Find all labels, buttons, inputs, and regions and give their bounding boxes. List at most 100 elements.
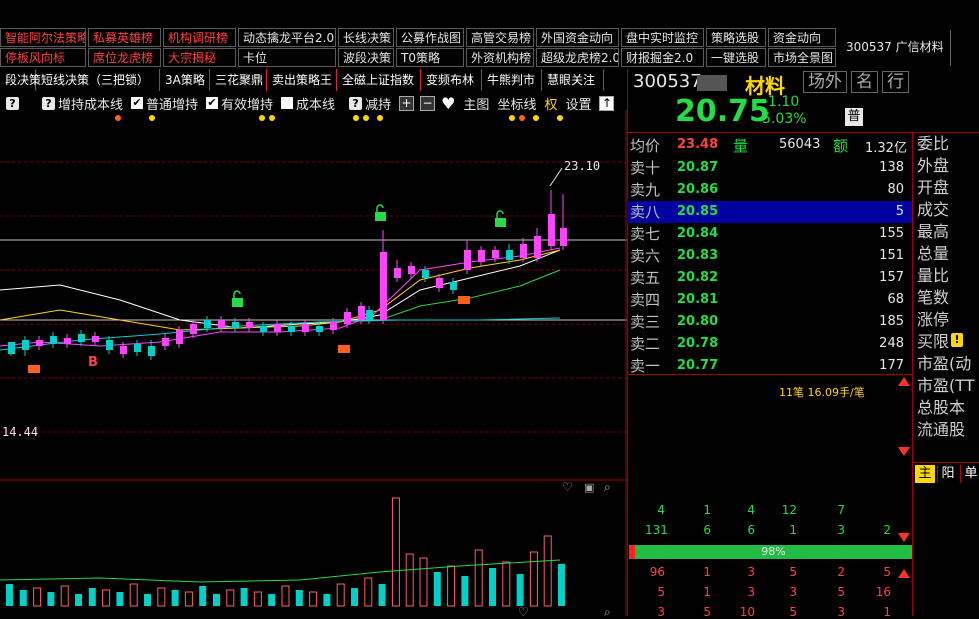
up-arrow-button[interactable]: ↑ <box>599 95 615 111</box>
toolbar-button-7[interactable]: 外资机构榜 <box>466 48 534 67</box>
ask-price: 20.85 <box>677 204 719 219</box>
toolbar-button-2[interactable]: 私募英雄榜 <box>88 28 161 47</box>
scroll-down-icon[interactable] <box>898 447 910 456</box>
strategy-tab-4[interactable]: 三花聚鼎 <box>210 69 267 91</box>
toolbar-button-7[interactable]: 高管交易榜 <box>466 28 534 47</box>
kline-chart[interactable]: 23.10 14.44 B ♡ ▣ ⌕ ♡ ⌕ <box>0 110 627 616</box>
zoom-out-button[interactable]: − <box>420 95 436 111</box>
grid-cell: 5 <box>837 585 845 599</box>
scroll-up-icon[interactable] <box>898 377 910 386</box>
search-icon[interactable]: ⌕ <box>604 480 611 494</box>
quote-field-label: 市盈(TT <box>917 376 975 395</box>
bottom-tab-3[interactable]: 单 <box>960 465 979 483</box>
grid-cell: 4 <box>657 503 665 517</box>
toolbar-button-3[interactable]: 大宗揭秘 <box>163 48 236 67</box>
strategy-tab-1[interactable]: 段决策 <box>0 69 41 91</box>
candle-body <box>330 322 337 330</box>
toolbar-button-11[interactable]: 市场全景图 <box>768 48 836 67</box>
toolbar-button-9[interactable]: 盘中实时监控 <box>621 28 704 47</box>
ask-level-label: 卖十 <box>630 159 661 177</box>
toolbar-button-5[interactable]: 波段决策 <box>338 48 394 67</box>
order-book-row[interactable]: 卖四 20.81 68 <box>627 289 912 311</box>
bottom-tab-2[interactable]: 阳 <box>937 465 958 483</box>
toolbar-button-11[interactable]: 资金动向 <box>768 28 836 47</box>
candle-body <box>422 270 429 278</box>
scroll-down-icon-2[interactable] <box>898 533 910 542</box>
toolbar-button-1[interactable]: 停板风向标 <box>0 48 86 67</box>
ask-price: 20.82 <box>677 270 719 285</box>
order-book-row[interactable]: 卖七 20.84 155 <box>627 223 912 245</box>
quote-field-label: 买限 <box>917 332 950 351</box>
volume-bar <box>171 590 179 606</box>
volume-bar <box>309 591 318 607</box>
quote-field-label: 外盘 <box>917 156 950 175</box>
volume-bar <box>199 586 207 606</box>
toolbar-button-9[interactable]: 财报掘金2.0 <box>621 48 704 67</box>
indicator-help-1[interactable]: ? <box>6 96 22 110</box>
toolbar-button-2[interactable]: 席位龙虎榜 <box>88 48 161 67</box>
quote-panel: 300537 材料 场外名行 20.75 -1.10 -5.03% 普 均价 2… <box>627 69 979 619</box>
candle-body <box>120 346 127 354</box>
toolbar-button-8[interactable]: 外国资金动向 <box>536 28 619 47</box>
strategy-tab-6[interactable]: 全磁上证指数 <box>337 69 421 91</box>
quote-field-label: 笔数 <box>917 288 950 307</box>
zoom-in-button[interactable]: + <box>399 95 415 111</box>
ask-level-label: 卖一 <box>630 357 661 375</box>
strategy-tab-2[interactable]: 短线决策（三把锁） <box>36 69 160 91</box>
strategy-tab-9[interactable]: 慧眼关注 <box>542 69 604 91</box>
order-book-row[interactable]: 卖六 20.83 151 <box>627 245 912 267</box>
grid-cell: 7 <box>837 503 845 517</box>
signal-dot <box>519 115 525 121</box>
signal-dot <box>533 115 539 121</box>
candle-body <box>450 282 457 290</box>
strategy-tab-8[interactable]: 牛熊判市 <box>482 69 542 91</box>
checkbox-checked-icon: ✔ <box>206 96 219 109</box>
quote-field-label: 流通股 <box>917 420 966 439</box>
candle-body <box>394 268 401 278</box>
toolbar-button-8[interactable]: 超级龙虎榜2.0 <box>536 48 619 67</box>
panel-toggle-icon[interactable]: ▣ <box>584 481 594 494</box>
order-book-row[interactable]: 卖九 20.86 80 <box>627 179 912 201</box>
volume-bar <box>75 594 82 606</box>
volume-bar <box>351 588 358 606</box>
strategy-tab-5[interactable]: 卖出策略王 <box>267 69 337 91</box>
toolbar-button-6[interactable]: T0策略 <box>396 48 464 67</box>
signal-dot <box>259 115 265 121</box>
bottom-tab-1[interactable]: 主 <box>915 465 935 483</box>
heart-outline-icon[interactable]: ♡ <box>562 480 573 494</box>
grid-cell: 12 <box>781 503 797 517</box>
toolbar-button-5[interactable]: 长线决策 <box>338 28 394 47</box>
candle-body <box>358 306 365 320</box>
grid-cell: 96 <box>649 565 665 579</box>
toolbar-button-6[interactable]: 公募作战图 <box>396 28 464 47</box>
order-book-row[interactable]: 卖二 20.78 248 <box>627 333 912 355</box>
toolbar-button-4[interactable]: 动态擒龙平台2.0 <box>238 28 336 47</box>
toolbar-button-10[interactable]: 一键选股 <box>706 48 766 67</box>
order-book-row[interactable]: 卖十 20.87 138 <box>627 157 912 179</box>
order-book-row[interactable]: 卖一 20.77 177 <box>627 355 912 377</box>
scroll-up-icon-2[interactable] <box>898 569 910 578</box>
heart-outline-icon-2[interactable]: ♡ <box>518 605 529 616</box>
order-book-row[interactable]: 卖五 20.82 157 <box>627 267 912 289</box>
strategy-tab-7[interactable]: 变频布林 <box>421 69 482 91</box>
price-change: -1.10 <box>763 94 800 110</box>
toolbar-button-1[interactable]: 智能阿尔法策略 <box>0 28 86 47</box>
strategy-tab-3[interactable]: 3A策略 <box>160 69 210 91</box>
volume-bar <box>433 572 441 606</box>
volume-bar <box>447 565 456 607</box>
stock-tab-2[interactable]: 名 <box>851 71 878 93</box>
stock-code-label[interactable]: 300537 广信材料 <box>846 38 944 55</box>
candle-body <box>176 330 183 344</box>
volume-bar <box>516 574 524 606</box>
order-book-row[interactable]: 卖八 20.85 5 <box>627 201 912 223</box>
low-price-label: 14.44 <box>2 425 38 439</box>
volume-bar <box>88 588 96 606</box>
stock-tab-3[interactable]: 行 <box>882 71 909 93</box>
stock-tab-1[interactable]: 场外 <box>803 71 847 93</box>
order-book-row[interactable]: 卖三 20.80 185 <box>627 311 912 333</box>
search-icon-2[interactable]: ⌕ <box>604 605 611 616</box>
volume-bar <box>461 576 469 606</box>
toolbar-button-3[interactable]: 机构调研榜 <box>163 28 236 47</box>
toolbar-button-10[interactable]: 策略选股 <box>706 28 766 47</box>
toolbar-button-4[interactable]: 卡位 <box>238 48 336 67</box>
